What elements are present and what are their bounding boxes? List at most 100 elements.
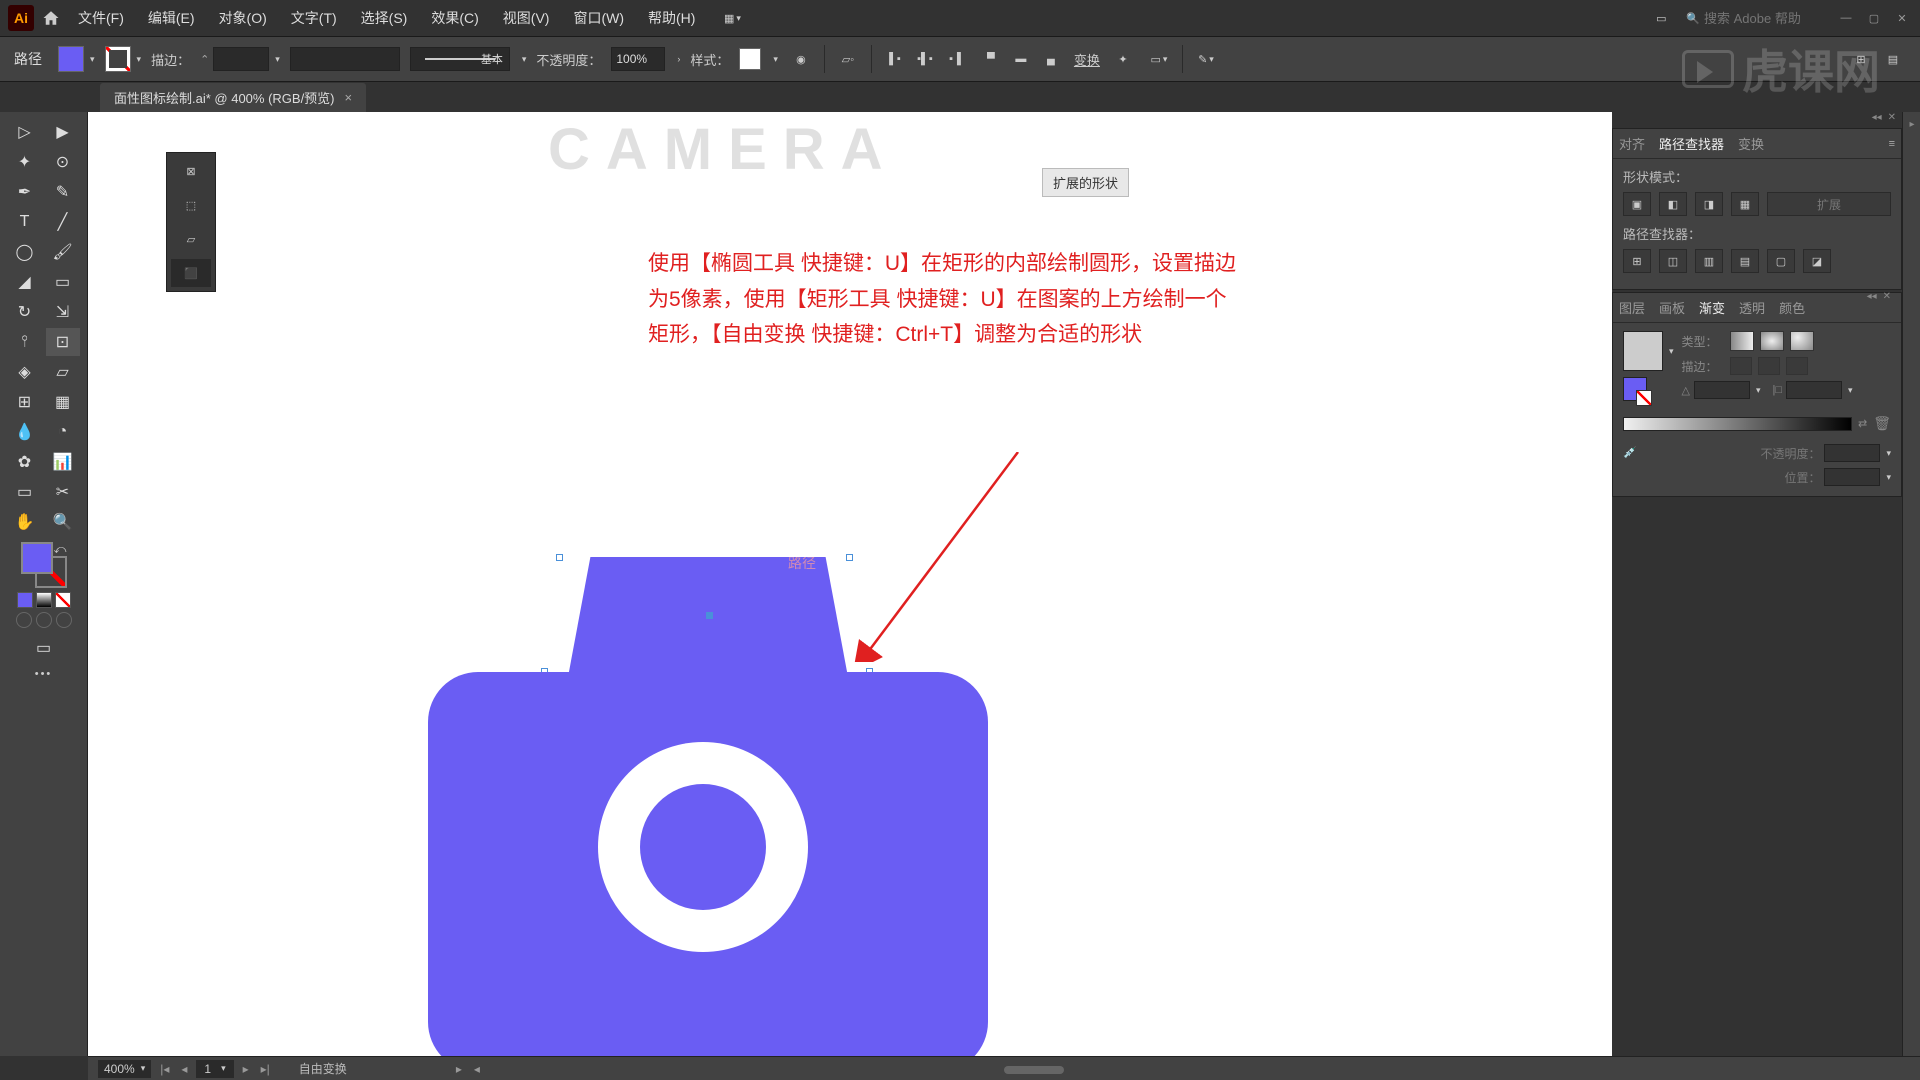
mesh-tool[interactable]: ⊞ [8, 388, 42, 416]
tab-align[interactable]: 对齐 [1619, 134, 1645, 153]
color-mode-solid[interactable] [17, 592, 33, 608]
prev-artboard-icon[interactable]: ◂ [178, 1062, 190, 1076]
perspective-tool[interactable]: ▱ [46, 358, 80, 386]
draw-behind[interactable] [36, 612, 52, 628]
align-left-icon[interactable]: ▌▪ [882, 46, 908, 72]
close-icon[interactable]: ✕ [1892, 8, 1912, 28]
color-mode-none[interactable] [55, 592, 71, 608]
style-swatch[interactable] [739, 48, 761, 70]
draw-inside[interactable] [56, 612, 72, 628]
grad-opacity-input[interactable] [1824, 444, 1880, 462]
stroke-weight-stepper[interactable]: ⌃ ▾ [200, 47, 280, 71]
reverse-gradient-icon[interactable]: ⇄ [1858, 417, 1867, 430]
fill-color[interactable] [21, 542, 53, 574]
screen-mode-tool[interactable]: ▭ [27, 634, 61, 662]
line-tool[interactable]: ╱ [46, 208, 80, 236]
status-prev-icon[interactable]: ◂ [471, 1062, 483, 1076]
free-transform-tool[interactable]: ⊡ [46, 328, 80, 356]
outline-icon[interactable]: ▢ [1767, 249, 1795, 273]
document-tab[interactable]: 面性图标绘制.ai* @ 400% (RGB/预览) × [100, 83, 366, 112]
maximize-icon[interactable]: ▢ [1864, 8, 1884, 28]
next-artboard-icon[interactable]: ▸ [240, 1062, 252, 1076]
artboard-tool[interactable]: ▭ [8, 478, 42, 506]
align-bottom-icon[interactable]: ▄ [1038, 46, 1064, 72]
transform-label[interactable]: 变换 [1074, 50, 1100, 69]
tab-transform[interactable]: 变换 [1738, 134, 1764, 153]
ft-constrain-icon[interactable]: ⊠ [171, 157, 211, 185]
search-input[interactable] [1704, 11, 1824, 26]
tab-layers[interactable]: 图层 [1619, 298, 1645, 317]
brush-tool[interactable]: 🖌 [46, 238, 80, 266]
isolate-icon[interactable]: ▱◦ [835, 46, 861, 72]
horizontal-scrollbar[interactable] [1004, 1066, 1064, 1074]
workspace-icon[interactable]: ▭ [1648, 5, 1674, 31]
stroke-along-icon[interactable] [1758, 357, 1780, 375]
recolor-icon[interactable]: ◉ [788, 46, 814, 72]
gradient-fill-stroke[interactable] [1623, 377, 1647, 401]
color-mode-gradient[interactable] [36, 592, 52, 608]
zoom-dropdown[interactable]: 400% ▾ [98, 1060, 151, 1078]
collapse-grad-icon[interactable]: ◂◂ [1867, 291, 1877, 305]
panel-menu-icon[interactable]: ≡ [1889, 138, 1895, 150]
align-hcenter-icon[interactable]: ▪▌▪ [912, 46, 938, 72]
minimize-icon[interactable]: — [1836, 8, 1856, 28]
hand-tool[interactable]: ✋ [8, 508, 42, 536]
stroke-weight-input[interactable] [213, 47, 269, 71]
tab-transparency[interactable]: 透明 [1739, 298, 1765, 317]
ellipse-tool[interactable]: ◯ [8, 238, 42, 266]
stroke-in-icon[interactable] [1730, 357, 1752, 375]
panel-toggle-2-icon[interactable]: ▤ [1880, 46, 1906, 72]
grad-position-input[interactable] [1824, 468, 1880, 486]
type-tool[interactable]: T [8, 208, 42, 236]
gradient-tool[interactable]: ▦ [46, 388, 80, 416]
graph-tool[interactable]: 📊 [46, 448, 80, 476]
arrange-2-icon[interactable]: ✎▾ [1193, 46, 1219, 72]
status-play-icon[interactable]: ▸ [453, 1062, 465, 1076]
handle-tl[interactable] [556, 554, 563, 561]
lasso-tool[interactable]: ⊙ [46, 148, 80, 176]
align-vcenter-icon[interactable]: ▬ [1008, 46, 1034, 72]
eyedropper-tool[interactable]: 💧 [8, 418, 42, 446]
search-box[interactable]: 🔍 [1686, 11, 1824, 26]
camera-body[interactable] [428, 672, 988, 1056]
fill-swatch[interactable] [58, 46, 84, 72]
close-grad-icon[interactable]: ✕ [1883, 291, 1891, 305]
menu-view[interactable]: 视图(V) [493, 4, 560, 32]
aspect-input[interactable] [1786, 381, 1842, 399]
edit-toolbar[interactable]: ••• [35, 668, 53, 680]
menu-help[interactable]: 帮助(H) [638, 4, 705, 32]
stroke-across-icon[interactable] [1786, 357, 1808, 375]
slice-tool[interactable]: ✂ [46, 478, 80, 506]
tab-close-icon[interactable]: × [345, 90, 353, 105]
panel-toggle-1-icon[interactable]: ⊞ [1848, 46, 1874, 72]
shaper-tool[interactable]: ◢ [8, 268, 42, 296]
gradient-freeform-icon[interactable] [1790, 331, 1814, 351]
width-tool[interactable]: ⫯ [8, 328, 42, 356]
align-right-icon[interactable]: ▪▐ [942, 46, 968, 72]
stroke-profile[interactable]: 基本 [410, 47, 510, 71]
eraser-tool[interactable]: ▭ [46, 268, 80, 296]
camera-lens-outer[interactable] [598, 742, 808, 952]
ft-distort-icon[interactable]: ⬛ [171, 259, 211, 287]
tab-artboards[interactable]: 画板 [1659, 298, 1685, 317]
close-panels-icon[interactable]: ✕ [1888, 112, 1896, 126]
menu-edit[interactable]: 编辑(E) [138, 4, 205, 32]
shape-builder-icon[interactable]: ✦ [1110, 46, 1136, 72]
menu-type[interactable]: 文字(T) [281, 4, 347, 32]
rotate-tool[interactable]: ↻ [8, 298, 42, 326]
expand-button[interactable]: 扩展 [1767, 192, 1891, 216]
strip-icon-1[interactable]: ▸ [1903, 112, 1920, 136]
collapse-panels-icon[interactable]: ◂◂ [1872, 112, 1882, 126]
gradient-linear-icon[interactable] [1730, 331, 1754, 351]
merge-icon[interactable]: ▥ [1695, 249, 1723, 273]
ft-free-icon[interactable]: ⬚ [171, 191, 211, 219]
zoom-tool[interactable]: 🔍 [46, 508, 80, 536]
curvature-tool[interactable]: ✎ [46, 178, 80, 206]
delete-stop-icon[interactable]: 🗑 [1873, 415, 1891, 432]
ft-perspective-icon[interactable]: ▱ [171, 225, 211, 253]
gradient-radial-icon[interactable] [1760, 331, 1784, 351]
scale-tool[interactable]: ⇲ [46, 298, 80, 326]
center-anchor[interactable] [706, 612, 713, 619]
free-transform-palette[interactable]: ⊠ ⬚ ▱ ⬛ [166, 152, 216, 292]
menu-window[interactable]: 窗口(W) [563, 4, 634, 32]
